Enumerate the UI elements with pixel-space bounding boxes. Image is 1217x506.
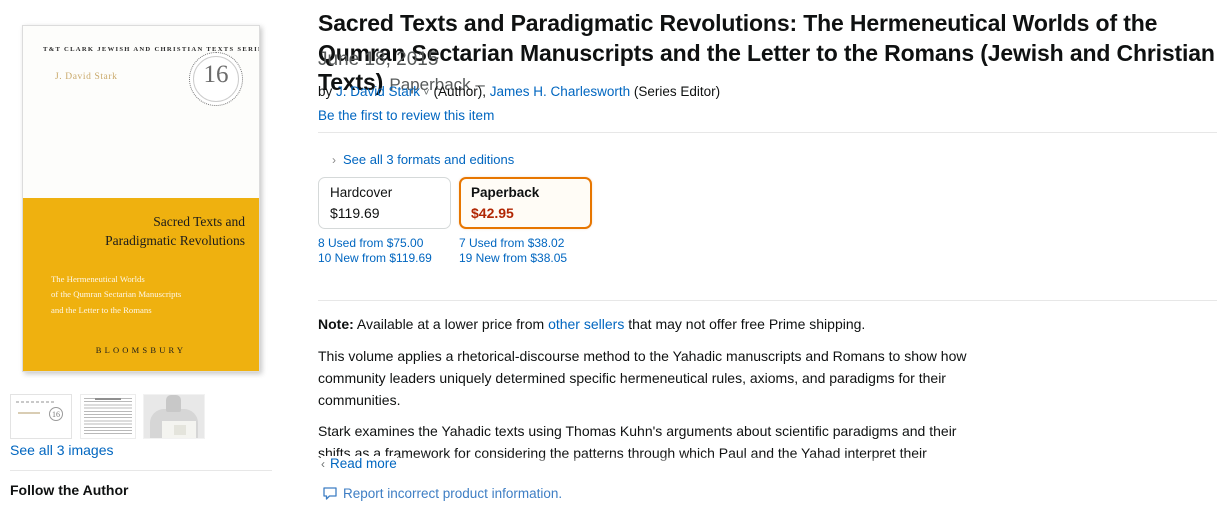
format-option-paperback[interactable]: Paperback $42.95 <box>459 177 592 229</box>
publication-date: June 18, 2015 <box>318 49 439 70</box>
series-editor-role-label: (Series Editor) <box>633 84 721 99</box>
offers-paperback: 7 Used from $38.02 19 New from $38.05 <box>459 236 567 265</box>
new-offer-paperback[interactable]: 19 New from $38.05 <box>459 251 567 266</box>
cover-lower-panel: Sacred Texts and Paradigmatic Revolutions… <box>23 198 259 371</box>
cover-volume-number: 16 <box>203 61 229 88</box>
description-paragraph-1: This volume applies a rhetorical-discour… <box>318 348 967 408</box>
format-price-hardcover: $119.69 <box>330 205 380 221</box>
section-divider-top <box>318 132 1217 133</box>
offers-hardcover: 8 Used from $75.00 10 New from $119.69 <box>318 236 432 265</box>
note-text-before: Available at a lower price from <box>353 316 549 332</box>
see-all-formats-link[interactable]: › See all 3 formats and editions <box>332 152 514 167</box>
thumbnail-cover-author-line <box>18 412 40 414</box>
thumbnail-volume-badge-icon: 16 <box>49 407 63 421</box>
write-first-review-link[interactable]: Be the first to review this item <box>318 108 494 123</box>
author-link[interactable]: J. David Stark <box>336 84 420 99</box>
description-paragraph-2: Stark examines the Yahadic texts using T… <box>318 423 957 461</box>
gallery-divider <box>10 470 272 471</box>
product-detail-page: Lookinside↓ T&T CLARK JEWISH AND CHRISTI… <box>0 0 1217 506</box>
series-volume-badge-icon: 16 <box>189 52 243 106</box>
note-text-after: that may not offer free Prime shipping. <box>624 316 866 332</box>
author-role-label: (Author), <box>433 84 487 99</box>
note-label: Note: <box>318 316 354 332</box>
new-offer-hardcover[interactable]: 10 New from $119.69 <box>318 251 432 266</box>
thumbnail-text-lines <box>84 398 132 436</box>
thumbnail-author-photo[interactable] <box>143 394 205 439</box>
thumbnail-strip: 16 <box>10 394 280 440</box>
lower-price-note: Note: Available at a lower price from ot… <box>318 315 1198 335</box>
read-more-button[interactable]: ‹ Read more <box>321 456 397 471</box>
read-more-label: Read more <box>330 456 397 471</box>
series-editor-link[interactable]: James H. Charlesworth <box>490 84 630 99</box>
thumbnail-front-cover[interactable]: 16 <box>10 394 72 439</box>
cover-author-name: J. David Stark <box>55 72 118 82</box>
thumbnail-photo-head <box>166 395 181 412</box>
main-product-image[interactable]: T&T CLARK JEWISH AND CHRISTIAN TEXTS SER… <box>22 25 260 372</box>
other-sellers-link[interactable]: other sellers <box>548 316 624 332</box>
byline: by J. David Stark ˅ (Author), James H. Cha… <box>318 84 720 99</box>
cover-upper-panel: T&T CLARK JEWISH AND CHRISTIAN TEXTS SER… <box>23 26 259 198</box>
format-option-hardcover[interactable]: Hardcover $119.69 <box>318 177 451 229</box>
cover-title: Sacred Texts and Paradigmatic Revolutions <box>105 214 245 249</box>
format-price-paperback: $42.95 <box>471 205 514 221</box>
thumbnail-cover-series-line <box>16 401 55 403</box>
thumbnail-page-heading <box>95 398 121 400</box>
see-all-images-link[interactable]: See all 3 images <box>10 442 114 458</box>
thumbnail-inside-page[interactable] <box>80 394 136 439</box>
chevron-down-icon[interactable]: ˅ <box>423 87 429 99</box>
chevron-right-icon: › <box>332 153 336 167</box>
used-offer-hardcover[interactable]: 8 Used from $75.00 <box>318 236 432 251</box>
comment-bubble-icon <box>323 487 337 503</box>
follow-the-author-heading: Follow the Author <box>10 482 129 498</box>
used-offer-paperback[interactable]: 7 Used from $38.02 <box>459 236 567 251</box>
cover-publisher: BLOOMSBURY <box>95 345 187 355</box>
cover-subtitle: The Hermeneutical Worlds of the Qumran Se… <box>51 274 182 315</box>
format-name-hardcover: Hardcover <box>330 185 393 200</box>
format-name-paperback: Paperback <box>471 185 540 200</box>
report-incorrect-info-label: Report incorrect product information. <box>343 486 563 501</box>
byline-by-label: by <box>318 84 333 99</box>
product-info-column: Sacred Texts and Paradigmatic Revolution… <box>318 0 1217 506</box>
thumbnail-photo-book-page <box>174 425 186 435</box>
image-gallery-column: Lookinside↓ T&T CLARK JEWISH AND CHRISTI… <box>0 0 300 506</box>
section-divider-bottom <box>318 300 1217 301</box>
report-incorrect-info-link[interactable]: Report incorrect product information. <box>323 486 562 503</box>
see-all-formats-label: See all 3 formats and editions <box>343 152 515 167</box>
chevron-left-icon: ‹ <box>321 457 325 471</box>
